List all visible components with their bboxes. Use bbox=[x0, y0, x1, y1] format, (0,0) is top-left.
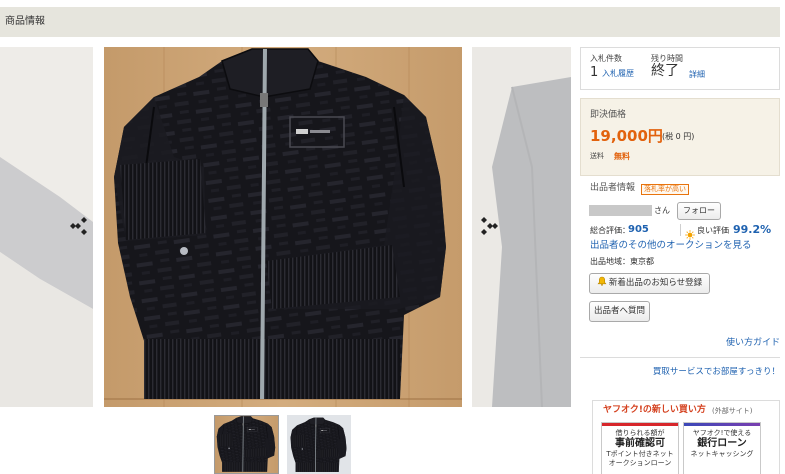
banner-line: Tポイント付きネット bbox=[606, 450, 674, 458]
banner-headline: 事前確認可 bbox=[615, 438, 665, 449]
seller-region: 出品地域：東京都 bbox=[590, 257, 654, 266]
shipping-value: 無料 bbox=[614, 152, 630, 161]
bell-icon bbox=[597, 275, 607, 286]
banner-line: 借りられる額が bbox=[615, 429, 665, 437]
previous-image-button[interactable] bbox=[70, 216, 88, 240]
bid-count-label: 入札件数 bbox=[590, 54, 622, 63]
bid-history-link[interactable]: 入札履歴 bbox=[602, 69, 634, 79]
good-rating-value: 99.2% bbox=[733, 223, 772, 236]
section-header: 商品情報 bbox=[0, 7, 780, 37]
banner-headline: 銀行ローン bbox=[697, 438, 747, 449]
rating-label: 総合評価： bbox=[590, 226, 630, 235]
bid-count: 1 bbox=[590, 65, 599, 80]
shipping-label: 送料 bbox=[590, 152, 604, 160]
auction-loan-banner[interactable]: 借りられる額が 事前確認可 Tポイント付きネット オークションローン bbox=[601, 422, 679, 474]
arrow-right-icon bbox=[481, 217, 498, 235]
seller-name-redacted bbox=[589, 205, 652, 216]
rating-value[interactable]: 905 bbox=[628, 223, 649, 236]
kaitori-service-link[interactable]: 買取サービスでお部屋すっきり！ bbox=[653, 367, 780, 378]
time-left-value: 終了 bbox=[651, 63, 679, 79]
buy-now-label: 即決価格 bbox=[590, 110, 627, 120]
details-link[interactable]: 詳細 bbox=[689, 70, 705, 80]
bank-loan-banner[interactable]: ヤフオク!で使える 銀行ローン ネットキャッシング bbox=[683, 422, 761, 474]
next-image-button[interactable] bbox=[480, 216, 498, 240]
sun-icon bbox=[685, 225, 695, 240]
thumbnail-2[interactable] bbox=[287, 415, 351, 474]
thumbnail-1[interactable] bbox=[214, 415, 279, 474]
thumbnail-photo bbox=[215, 416, 278, 473]
section-title: 商品情報 bbox=[5, 16, 45, 27]
banner-line: オークションローン bbox=[608, 459, 672, 467]
rating-separator bbox=[680, 224, 681, 236]
new-ways-title: ヤフオク!の新しい買い方 bbox=[603, 405, 706, 415]
seller-heading: 出品者情報 bbox=[590, 183, 636, 193]
guide-link[interactable]: 使い方ガイド bbox=[726, 338, 780, 349]
jacket-photo bbox=[104, 47, 462, 407]
new-listing-notify-button[interactable]: 新着出品のお知らせ登録 bbox=[589, 273, 710, 294]
banner-line: ヤフオク!で使える bbox=[692, 429, 752, 437]
new-listing-notify-label: 新着出品のお知らせ登録 bbox=[608, 278, 703, 288]
buy-now-price: 19,000円 bbox=[590, 127, 663, 145]
banner-line: ネットキャッシング bbox=[690, 450, 754, 458]
seller-name-suffix: さん bbox=[654, 206, 670, 215]
seller-badge: 落札率が高い bbox=[641, 184, 689, 195]
follow-button[interactable]: フォロー bbox=[677, 202, 721, 220]
seller-other-auctions-link[interactable]: 出品者のその他のオークションを見る bbox=[590, 240, 752, 252]
divider bbox=[580, 357, 780, 358]
banner-accent-bar bbox=[602, 423, 678, 426]
good-rating-label: 良い評価 bbox=[697, 226, 729, 235]
tax-note: (税 0 円) bbox=[662, 132, 695, 141]
thumbnail-photo bbox=[287, 415, 351, 474]
banner-accent-bar bbox=[684, 423, 760, 426]
external-site-note: (外部サイト) bbox=[712, 407, 753, 415]
ask-seller-button[interactable]: 出品者へ質問 bbox=[589, 301, 650, 322]
main-product-image[interactable] bbox=[104, 47, 462, 407]
arrow-left-icon bbox=[70, 217, 87, 235]
